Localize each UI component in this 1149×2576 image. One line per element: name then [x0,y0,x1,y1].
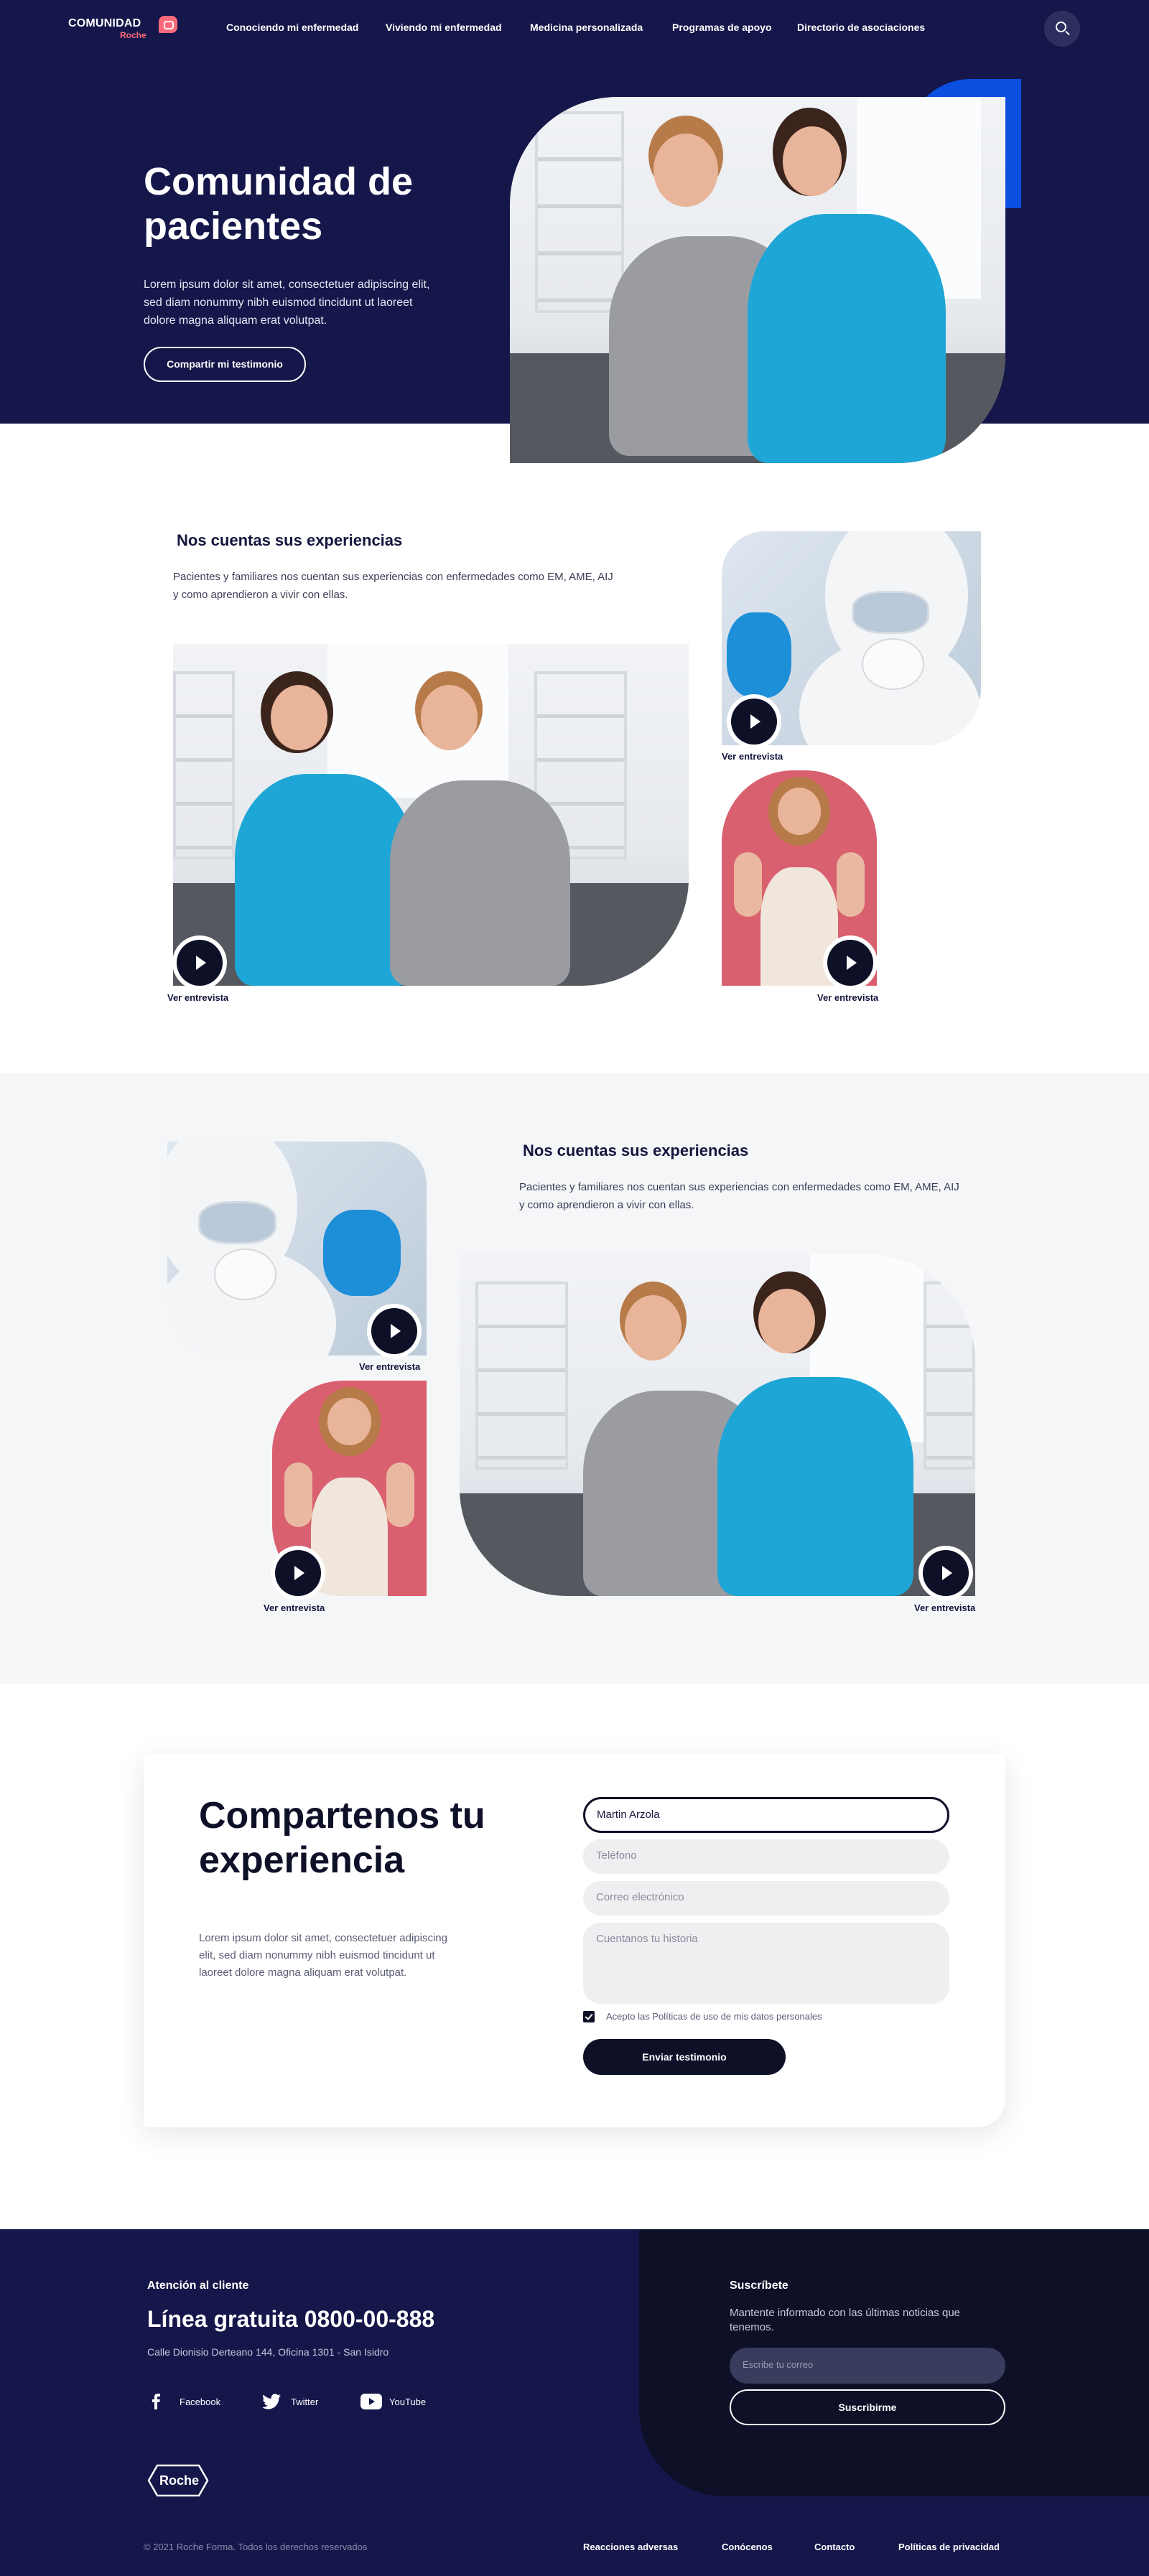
nav-programas[interactable]: Programas de apoyo [672,22,772,33]
section1-description: Pacientes y familiares nos cuentan sus e… [173,571,613,601]
copyright: © 2021 Roche Forma. Todos los derechos r… [144,2542,368,2552]
video-label[interactable]: Ver entrevista [167,992,228,1003]
facebook-label: Facebook [180,2397,221,2407]
nav-viviendo[interactable]: Viviendo mi enfermedad [386,22,502,33]
footer-link-privacidad[interactable]: Políticas de privacidad [898,2542,1000,2552]
youtube-label: YouTube [389,2397,427,2407]
submit-testimony-button[interactable]: Enviar testimonio [583,2039,786,2075]
search-icon [1056,22,1066,32]
comunidad-roche-logo[interactable]: COMUNIDAD Roche [68,16,183,45]
footer-link-contacto[interactable]: Contacto [814,2542,855,2552]
logo-text: COMUNIDAD [68,17,141,29]
nav-directorio[interactable]: Directorio de asociaciones [797,22,925,33]
attention-title: Atención al cliente [147,2279,249,2292]
twitter-label: Twitter [291,2397,319,2407]
video-thumbnail-main[interactable] [173,644,689,986]
video-label[interactable]: Ver entrevista [722,751,783,762]
phone-input[interactable]: Teléfono [583,1839,949,1874]
youtube-icon [360,2394,382,2409]
twitter-icon [262,2394,281,2409]
subscribe-email-input[interactable]: Escribe tu correo [730,2348,1005,2384]
nav-conociendo[interactable]: Conociendo mi enfermedad [226,22,358,33]
address: Calle Dionisio Derteano 144, Oficina 130… [147,2346,389,2358]
play-button[interactable] [271,1546,325,1600]
chat-bubble-icon [159,16,177,33]
roche-logo[interactable]: Roche [147,2464,209,2497]
logo-subtext: Roche [120,30,146,40]
email-input[interactable]: Correo electrónico [583,1881,949,1915]
facebook-icon [152,2394,160,2409]
nav-medicina[interactable]: Medicina personalizada [530,22,643,33]
hero-image [510,97,1005,463]
subscribe-description: Mantente informado con las últimas notic… [730,2307,961,2333]
search-button[interactable] [1044,11,1080,47]
story-textarea[interactable]: Cuentanos tu historia [583,1923,949,2004]
consent-checkbox[interactable] [583,2011,595,2022]
video-label[interactable]: Ver entrevista [817,992,878,1003]
video-label[interactable]: Ver entrevista [264,1602,325,1613]
play-button[interactable] [918,1546,973,1600]
section2-title: Nos cuentas sus experiencias [523,1142,749,1159]
footer-link-reacciones[interactable]: Reacciones adversas [583,2542,678,2552]
footer-link-conocenos[interactable]: Conócenos [722,2542,773,2552]
consent-label: Acepto las Políticas de uso de mis datos… [606,2011,822,2022]
share-testimony-button[interactable]: Compartir mi testimonio [144,347,306,382]
form-description: Lorem ipsum dolor sit amet, consectetuer… [199,1932,447,1979]
hero-description: Lorem ipsum dolor sit amet, consectetuer… [144,279,430,327]
subscribe-button[interactable]: Suscribirme [730,2389,1005,2425]
roche-logo-text: Roche [159,2473,200,2488]
play-button[interactable] [823,935,878,990]
video-label[interactable]: Ver entrevista [359,1361,420,1372]
play-button[interactable] [172,935,227,990]
video-label[interactable]: Ver entrevista [914,1602,975,1613]
phone-line[interactable]: Línea gratuita 0800-00-888 [147,2306,434,2333]
section1-title: Nos cuentas sus experiencias [177,531,403,549]
play-button[interactable] [367,1304,422,1358]
video-thumbnail-main[interactable] [460,1254,975,1596]
name-input[interactable]: Martin Arzola [583,1797,949,1833]
section2-description: Pacientes y familiares nos cuentan sus e… [519,1181,959,1211]
page-title: Comunidad de pacientes [144,160,413,248]
form-title: Compartenos tu experiencia [199,1795,485,1881]
subscribe-title: Suscríbete [730,2279,789,2292]
play-button[interactable] [727,694,781,749]
